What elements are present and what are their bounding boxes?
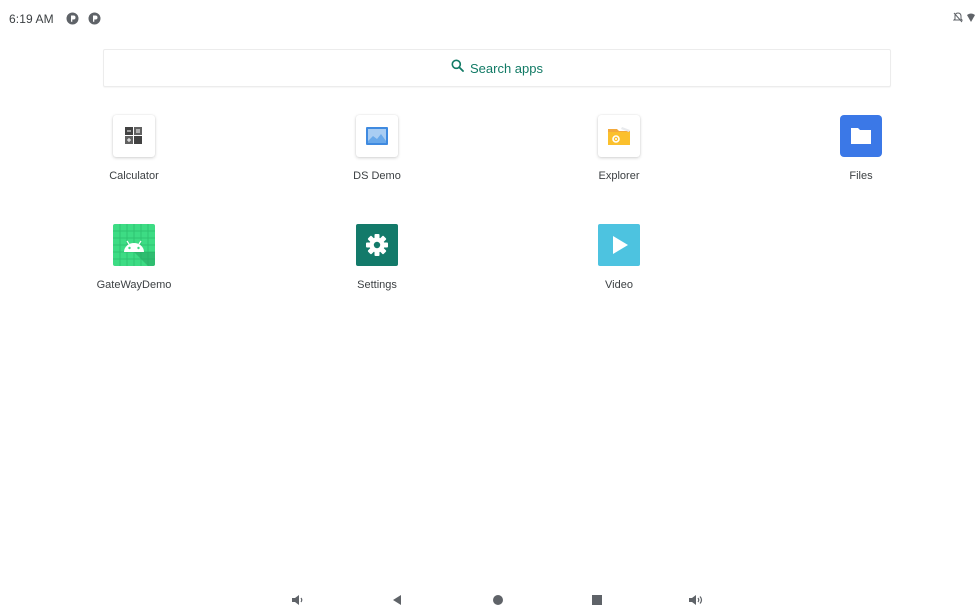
search-icon [451,59,464,77]
app-label: GateWayDemo [96,279,172,291]
app-settings[interactable]: Settings [297,224,457,291]
app-label: DS Demo [353,170,401,182]
app-video[interactable]: Video [539,224,699,291]
calculator-icon [113,115,155,157]
navigation-bar [0,588,975,612]
app-gatewaydemo[interactable]: GateWayDemo [54,224,214,291]
circle-p-icon [88,12,101,25]
app-files[interactable]: Files [781,115,941,182]
recents-icon[interactable] [585,588,609,612]
status-time: 6:19 AM [9,12,54,26]
play-icon [598,224,640,266]
circle-p-icon [66,12,79,25]
gear-icon [356,224,398,266]
app-label: Files [849,170,873,182]
app-label: Calculator [109,170,159,182]
status-bar: 6:19 AM [0,0,975,34]
volume-up-icon[interactable] [684,588,708,612]
system-icons [952,10,975,28]
wifi-icon [967,10,975,28]
android-icon [113,224,155,266]
folder-gear-icon [598,115,640,157]
bell-off-icon [952,10,964,28]
app-label: Settings [357,279,397,291]
folder-icon [840,115,882,157]
back-icon[interactable] [385,588,409,612]
app-explorer[interactable]: Explorer [539,115,699,182]
app-label: Explorer [598,170,640,182]
search-apps-label: Search apps [470,60,543,76]
volume-down-icon[interactable] [286,588,310,612]
app-calculator[interactable]: Calculator [54,115,214,182]
image-icon [356,115,398,157]
search-apps-bar[interactable]: Search apps [103,49,891,87]
app-label: Video [605,279,633,291]
home-icon[interactable] [486,588,510,612]
app-ds-demo[interactable]: DS Demo [297,115,457,182]
